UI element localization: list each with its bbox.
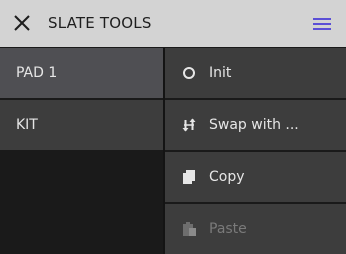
close-icon [14, 15, 30, 31]
circle-icon [183, 67, 195, 79]
list-item-kit[interactable]: KIT [0, 100, 163, 150]
list-item-label: PAD 1 [16, 65, 58, 81]
page-title: SLATE TOOLS [48, 14, 152, 32]
list-item-label: KIT [16, 117, 38, 133]
init-label: Init [209, 65, 232, 81]
action-list: Init Swap with ... Copy Paste [165, 48, 346, 254]
hamburger-menu-icon [313, 18, 331, 30]
paste-icon [183, 222, 196, 236]
init-button[interactable]: Init [165, 48, 346, 98]
swap-with-label: Swap with ... [209, 117, 299, 133]
paste-label: Paste [209, 221, 247, 237]
swap-with-button[interactable]: Swap with ... [165, 100, 346, 150]
paste-button[interactable]: Paste [165, 204, 346, 254]
slate-tools-screen: SLATE TOOLS PAD 1 KIT Init Swap with ...… [0, 0, 346, 254]
copy-icon [183, 170, 195, 184]
menu-button[interactable] [311, 14, 333, 34]
target-list: PAD 1 KIT [0, 48, 163, 254]
copy-label: Copy [209, 169, 245, 185]
swap-icon [182, 118, 196, 132]
close-button[interactable] [9, 10, 35, 36]
list-item-pad-1[interactable]: PAD 1 [0, 48, 163, 98]
header-bar: SLATE TOOLS [0, 0, 346, 47]
copy-button[interactable]: Copy [165, 152, 346, 202]
